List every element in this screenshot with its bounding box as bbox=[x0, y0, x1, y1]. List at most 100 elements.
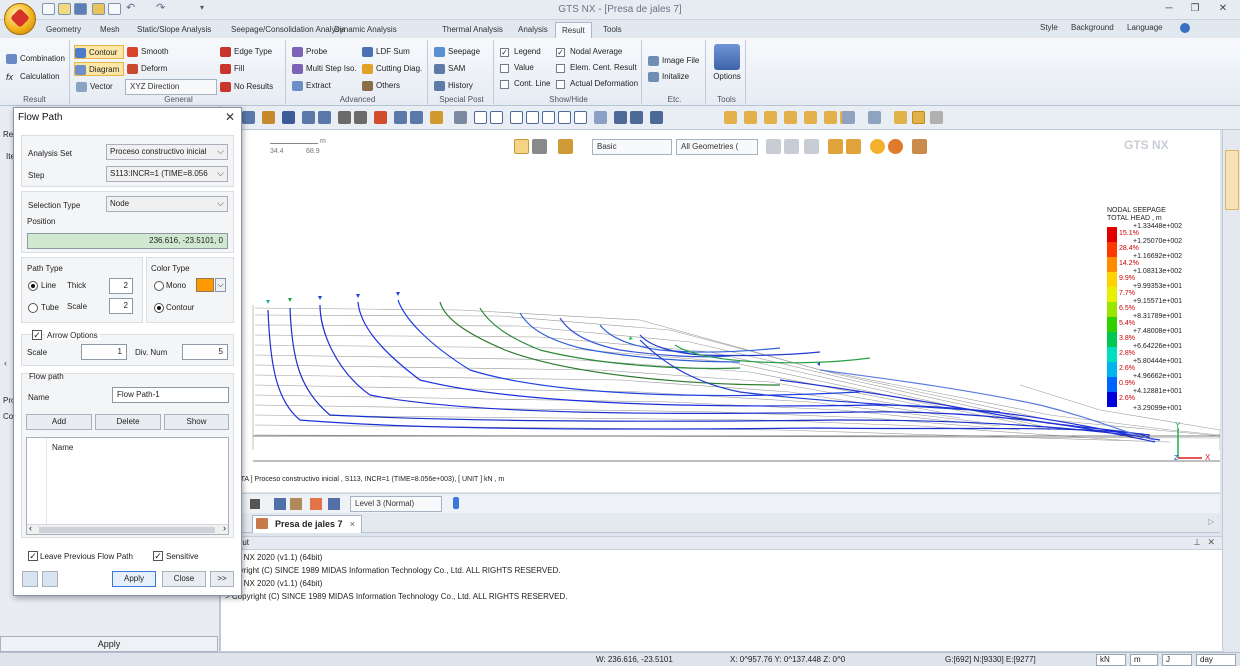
mono-color-swatch[interactable] bbox=[196, 278, 214, 292]
multi-step-iso-button[interactable]: Multi Step Iso. bbox=[292, 62, 357, 76]
list-scroll-thumb[interactable] bbox=[39, 527, 215, 533]
model-view-svg[interactable]: Y X Z bbox=[220, 130, 1220, 492]
zoom-icon[interactable] bbox=[510, 111, 523, 124]
add-button[interactable]: Add bbox=[26, 414, 92, 430]
legend-checkbox[interactable]: ✓ Legend bbox=[500, 45, 541, 59]
smooth-button[interactable]: Smooth bbox=[127, 45, 169, 59]
close-tab-icon[interactable]: × bbox=[350, 516, 355, 532]
left-apply-button[interactable]: Apply bbox=[0, 636, 218, 652]
angle-icon[interactable] bbox=[410, 111, 423, 124]
diagram-button[interactable]: Diagram bbox=[74, 62, 124, 76]
tube-radio[interactable] bbox=[28, 303, 38, 313]
image-file-button[interactable]: Image File bbox=[648, 54, 699, 68]
leave-previous-checkbox[interactable]: ✓ bbox=[28, 551, 38, 561]
query-element-icon[interactable] bbox=[354, 111, 367, 124]
contour-radio[interactable] bbox=[154, 303, 164, 313]
app-logo-icon[interactable] bbox=[4, 3, 36, 35]
deform-button[interactable]: Deform bbox=[127, 62, 167, 76]
language-menu[interactable]: Language bbox=[1127, 23, 1163, 32]
cont-line-checkbox[interactable]: Cont. Line bbox=[500, 77, 550, 91]
snap-grid-icon[interactable] bbox=[262, 111, 275, 124]
record-icon[interactable] bbox=[274, 498, 286, 510]
restore-button[interactable]: ❐ bbox=[1186, 2, 1204, 16]
zoom-in-icon[interactable] bbox=[474, 111, 487, 124]
step-select[interactable]: S113:INCR=1 (TIME=8.056 bbox=[106, 166, 228, 182]
coordinate-icon[interactable] bbox=[650, 111, 663, 124]
probe-button[interactable]: Probe bbox=[292, 45, 327, 59]
tab-tools[interactable]: Tools bbox=[597, 22, 628, 38]
zoom-out-icon[interactable] bbox=[526, 111, 539, 124]
display-toggle-icon[interactable] bbox=[514, 139, 529, 154]
thick-field[interactable]: 2 bbox=[109, 278, 133, 294]
cube-view-icon[interactable] bbox=[842, 111, 855, 124]
contour-button[interactable]: Contour bbox=[74, 45, 124, 59]
xyz-direction-select[interactable]: XYZ Direction bbox=[125, 79, 217, 95]
view-reset-icon[interactable] bbox=[888, 139, 903, 154]
animation-mode-icon[interactable] bbox=[310, 498, 322, 510]
transparent-icon[interactable] bbox=[930, 111, 943, 124]
selection-type-select[interactable]: Node bbox=[106, 196, 228, 212]
arrow-scale-field[interactable]: 1 bbox=[81, 344, 127, 360]
select-mode-2-icon[interactable] bbox=[784, 139, 799, 154]
pan-icon[interactable] bbox=[574, 111, 587, 124]
left-view-icon[interactable] bbox=[824, 111, 837, 124]
time-unit-select[interactable]: day bbox=[1196, 654, 1236, 666]
grid-display-icon[interactable] bbox=[594, 111, 607, 124]
position-field[interactable]: 236.616, -23.5101, 0 bbox=[27, 233, 228, 249]
animation-slider-thumb[interactable] bbox=[453, 497, 459, 509]
zoom-window-icon[interactable] bbox=[454, 111, 467, 124]
right-view-icon[interactable] bbox=[784, 111, 797, 124]
div-num-field[interactable]: 5 bbox=[182, 344, 228, 360]
point-of-view-icon[interactable] bbox=[870, 139, 885, 154]
scroll-tabs-icon[interactable]: ▷ bbox=[1208, 517, 1214, 526]
ldf-sum-button[interactable]: LDF Sum bbox=[362, 45, 410, 59]
hide-icon[interactable] bbox=[828, 139, 843, 154]
display-mode-select[interactable]: Basic bbox=[592, 139, 672, 155]
front-view-icon[interactable] bbox=[744, 111, 757, 124]
vector-button[interactable]: Vector bbox=[76, 80, 113, 94]
length-unit-select[interactable]: m bbox=[1130, 654, 1158, 666]
background-menu[interactable]: Background bbox=[1071, 23, 1114, 32]
rotate-icon[interactable] bbox=[542, 111, 555, 124]
rotate-view-icon[interactable] bbox=[558, 111, 571, 124]
value-checkbox[interactable]: Value bbox=[500, 61, 534, 75]
force-unit-select[interactable]: kN bbox=[1096, 654, 1126, 666]
axis-icon[interactable] bbox=[614, 111, 627, 124]
style-menu[interactable]: Style bbox=[1040, 23, 1058, 32]
tab-geometry[interactable]: Geometry bbox=[40, 22, 87, 38]
color-dropdown-icon[interactable]: ⌵ bbox=[215, 278, 226, 292]
dialog-close-icon[interactable]: ✕ bbox=[225, 110, 235, 124]
close-output-icon[interactable]: ✕ bbox=[1207, 537, 1215, 548]
shaded-edges-icon[interactable] bbox=[912, 111, 925, 124]
others-button[interactable]: Others bbox=[362, 79, 400, 93]
show-icon[interactable] bbox=[846, 139, 861, 154]
model-viewport[interactable]: Y X Z bbox=[220, 130, 1220, 492]
display-option-icon[interactable] bbox=[532, 139, 547, 154]
stop-icon[interactable] bbox=[250, 499, 260, 509]
pin-icon[interactable]: ⊥ bbox=[1193, 537, 1201, 548]
scroll-left-arrow-icon[interactable]: ‹ bbox=[29, 523, 32, 533]
close-button[interactable]: ✕ bbox=[1214, 2, 1232, 16]
close-dialog-button[interactable]: Close bbox=[162, 571, 206, 587]
select-element-icon[interactable] bbox=[318, 111, 331, 124]
list-scrollbar[interactable]: ‹ › bbox=[27, 523, 228, 534]
options-icon[interactable] bbox=[714, 44, 740, 70]
scroll-left-icon[interactable]: ‹ bbox=[4, 358, 7, 368]
task-pane-tab[interactable] bbox=[1225, 150, 1239, 210]
tab-analysis[interactable]: Analysis bbox=[512, 22, 554, 38]
cutting-diag-button[interactable]: Cutting Diag. bbox=[362, 62, 422, 76]
tab-dynamic-analysis[interactable]: Dynamic Analysis bbox=[328, 22, 403, 38]
seepage-button[interactable]: Seepage bbox=[434, 45, 480, 59]
expand-button[interactable]: >> bbox=[210, 571, 234, 587]
measure-icon[interactable] bbox=[430, 111, 443, 124]
flow-path-list[interactable]: Name ‹ › bbox=[26, 437, 229, 535]
axis-view-icon[interactable] bbox=[630, 111, 643, 124]
tab-static-slope-analysis[interactable]: Static/Slope Analysis bbox=[131, 22, 217, 38]
select-mode-3-icon[interactable] bbox=[804, 139, 819, 154]
animation-level-select[interactable]: Level 3 (Normal) bbox=[350, 496, 442, 512]
tab-thermal-analysis[interactable]: Thermal Analysis bbox=[436, 22, 509, 38]
show-button[interactable]: Show bbox=[164, 414, 229, 430]
no-results-button[interactable]: No Results bbox=[220, 80, 273, 94]
animation-setting-icon[interactable] bbox=[290, 498, 302, 510]
initialize-button[interactable]: Initalize bbox=[648, 70, 689, 84]
